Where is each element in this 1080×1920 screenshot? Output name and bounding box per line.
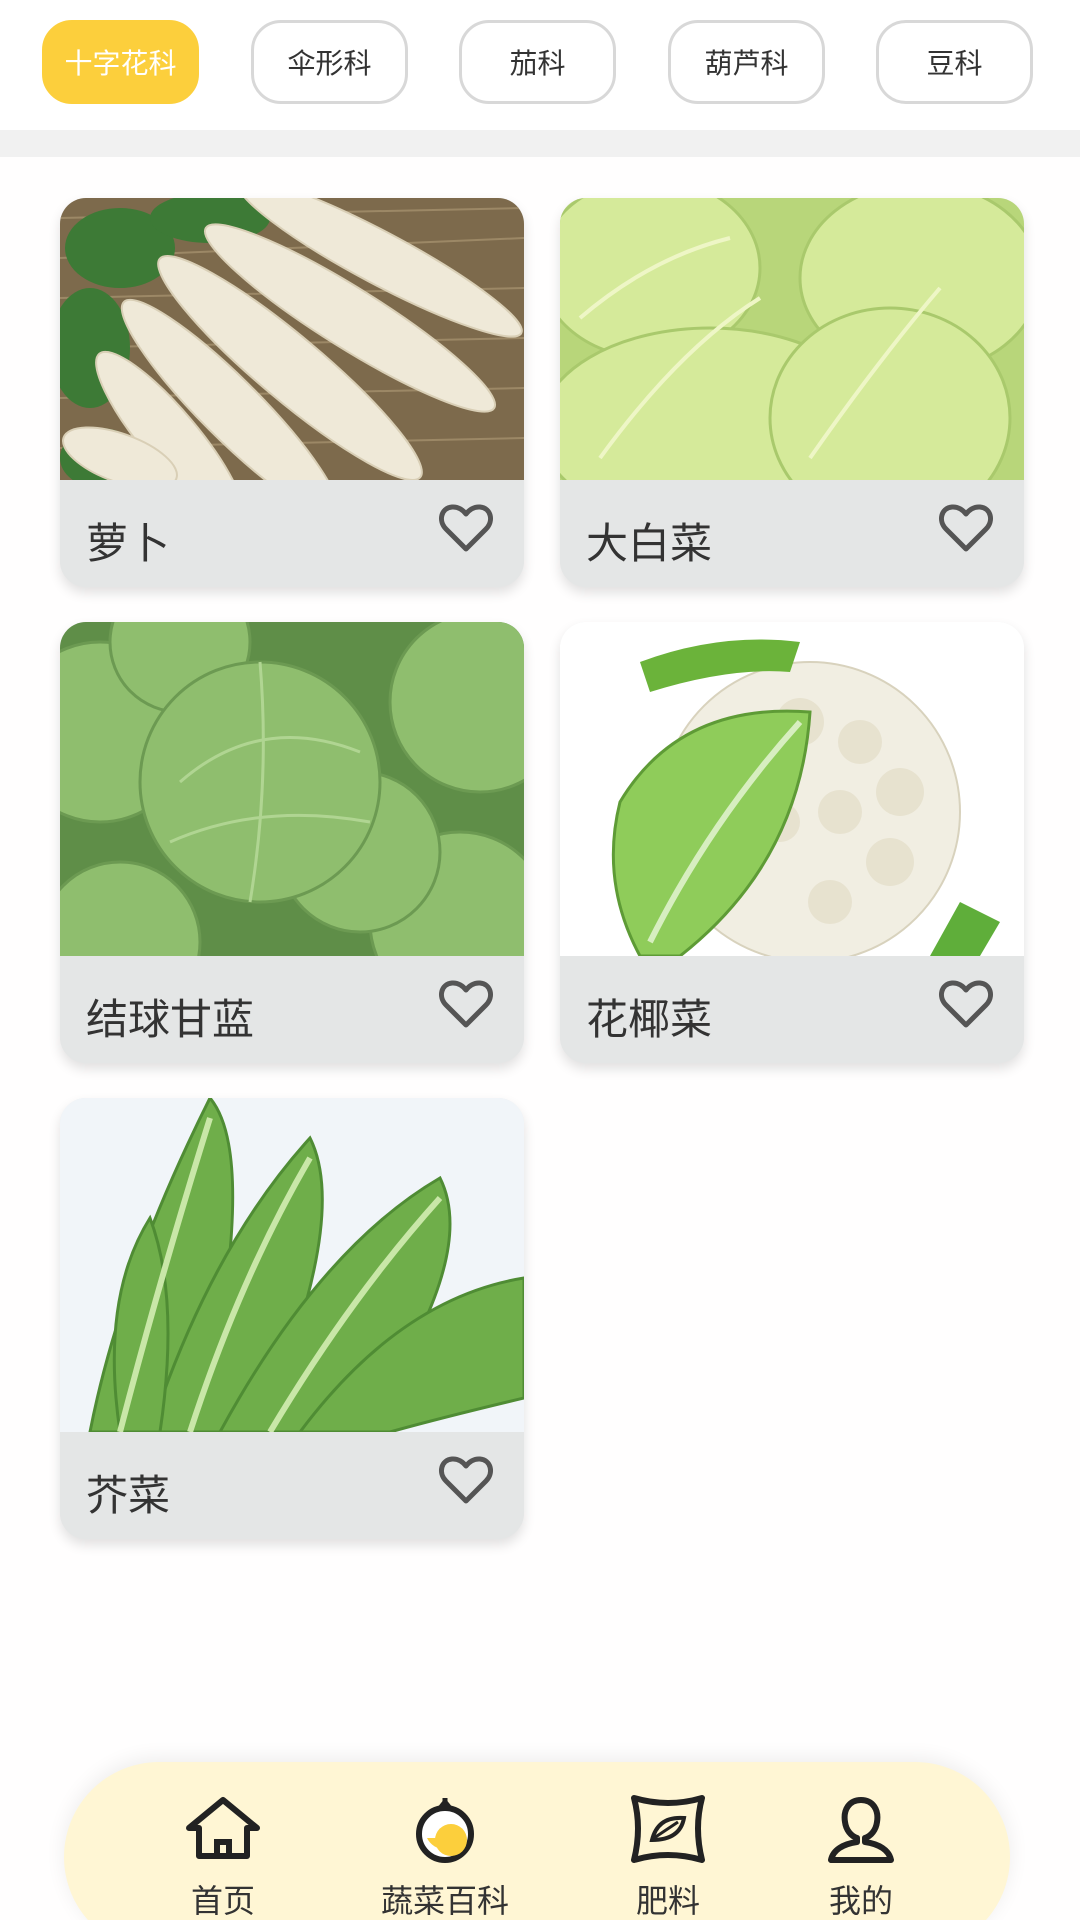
nav-home-label: 首页 — [190, 1882, 255, 1920]
bottom-nav: 首页 蔬菜百科 肥料 我的 — [64, 1762, 1010, 1920]
vegetable-name: 萝卜 — [86, 519, 171, 568]
tab-divider — [0, 130, 1080, 157]
radish-image — [60, 198, 524, 480]
vegetable-name: 结球甘蓝 — [86, 995, 255, 1044]
vegetable-card-radish[interactable]: 萝卜 — [60, 198, 524, 587]
nav-fertilizer[interactable]: 肥料 — [588, 1794, 748, 1920]
tab-cucurbitaceae[interactable]: 葫芦科 — [668, 20, 825, 104]
vegetable-name: 花椰菜 — [586, 995, 713, 1044]
nav-vegetable-encyclopedia-label: 蔬菜百科 — [380, 1882, 509, 1920]
card-info: 结球甘蓝 — [60, 956, 524, 1063]
tab-solanaceae[interactable]: 茄科 — [459, 20, 616, 104]
nav-home[interactable]: 首页 — [143, 1794, 303, 1920]
heart-icon[interactable] — [938, 502, 994, 554]
nav-fertilizer-label: 肥料 — [635, 1882, 700, 1920]
home-icon — [186, 1797, 260, 1859]
napa-cabbage-image — [560, 198, 1024, 480]
heart-icon[interactable] — [438, 1454, 494, 1506]
vegetable-card-mustard-greens[interactable]: 芥菜 — [60, 1098, 524, 1539]
nav-vegetable-encyclopedia[interactable]: 蔬菜百科 — [365, 1794, 525, 1920]
nav-profile-label: 我的 — [828, 1882, 893, 1920]
vegetable-name: 大白菜 — [586, 519, 713, 568]
heart-icon[interactable] — [438, 978, 494, 1030]
head-cabbage-image — [60, 622, 524, 956]
card-info: 萝卜 — [60, 480, 524, 587]
app-page: 十字花科 伞形科 茄科 葫芦科 豆科 萝卜 大白菜 结球甘蓝 花椰菜 芥菜 首页… — [0, 0, 1080, 1920]
tab-umbelliferae[interactable]: 伞形科 — [251, 20, 408, 104]
tab-cruciferae[interactable]: 十字花科 — [42, 20, 199, 104]
vegetable-card-napa-cabbage[interactable]: 大白菜 — [560, 198, 1024, 587]
mustard-greens-image — [60, 1098, 524, 1432]
heart-icon[interactable] — [938, 978, 994, 1030]
card-info: 花椰菜 — [560, 956, 1024, 1063]
card-info: 大白菜 — [560, 480, 1024, 587]
vegetable-name: 芥菜 — [86, 1471, 171, 1520]
category-tab-bar: 十字花科 伞形科 茄科 葫芦科 豆科 — [0, 0, 1080, 130]
card-info: 芥菜 — [60, 1432, 524, 1539]
tab-leguminosae[interactable]: 豆科 — [876, 20, 1033, 104]
user-icon — [828, 1797, 894, 1863]
vegetable-icon — [416, 1798, 474, 1863]
nav-profile[interactable]: 我的 — [781, 1794, 941, 1920]
fertilizer-bag-icon — [631, 1795, 705, 1863]
vegetable-card-head-cabbage[interactable]: 结球甘蓝 — [60, 622, 524, 1063]
vegetable-card-cauliflower[interactable]: 花椰菜 — [560, 622, 1024, 1063]
heart-icon[interactable] — [438, 502, 494, 554]
cauliflower-image — [560, 622, 1024, 956]
